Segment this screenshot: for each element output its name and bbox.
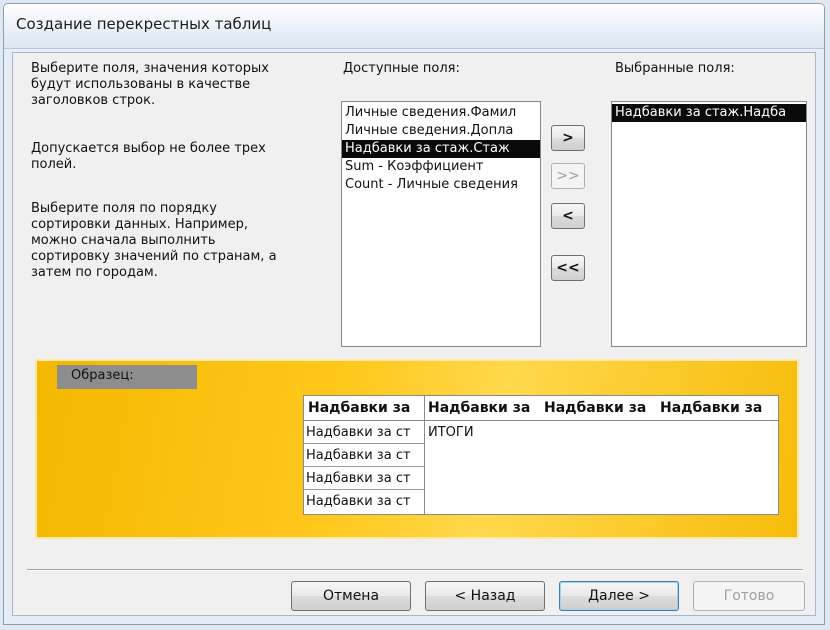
instruction-line: будут использованы в качестве: [31, 77, 251, 92]
title-bar: Создание перекрестных таблиц: [4, 4, 824, 49]
sample-crosstab-grid: Надбавки за Надбавки за Надбавки за Надб…: [303, 395, 779, 515]
selected-fields-label: Выбранные поля:: [615, 61, 735, 76]
row-label-cell: Надбавки за ст: [304, 421, 424, 444]
column-header-cell: Надбавки за: [428, 400, 531, 416]
available-field-item[interactable]: Личные сведения.Допла: [342, 122, 540, 140]
instruction-line: полей.: [31, 157, 77, 172]
row-label-cell: Надбавки за ст: [304, 444, 424, 467]
available-field-item[interactable]: Count - Личные сведения: [342, 176, 540, 194]
instruction-line: Выберите поля, значения которых: [31, 61, 269, 76]
selected-field-item[interactable]: Надбавки за стаж.Надба: [612, 104, 806, 122]
remove-field-button[interactable]: <: [551, 203, 585, 229]
instruction-paragraph-2: Допускается выбор не более трех полей.: [31, 141, 266, 173]
instruction-line: Допускается выбор не более трех: [31, 141, 266, 156]
add-all-fields-button[interactable]: >>: [551, 163, 585, 189]
totals-cell: ИТОГИ: [428, 425, 474, 440]
available-fields-list[interactable]: Личные сведения.Фамил Личные сведения.До…: [341, 101, 541, 347]
finish-button[interactable]: Готово: [693, 581, 805, 611]
row-label-cell: Надбавки за ст: [306, 494, 411, 509]
row-header-cell: Надбавки за: [308, 400, 411, 416]
row-label-cell: Надбавки за ст: [304, 467, 424, 490]
wizard-body: Выберите поля, значения которых будут ис…: [12, 52, 816, 616]
instruction-line: можно сначала выполнить: [31, 233, 216, 248]
instruction-line: затем по городам.: [31, 265, 158, 280]
sample-label: Образец:: [57, 365, 197, 389]
window-title: Создание перекрестных таблиц: [16, 15, 272, 33]
sample-preview-panel: Образец: Надбавки за Надбавки за Надбавк…: [35, 359, 799, 539]
available-field-item-selected[interactable]: Надбавки за стаж.Стаж: [342, 140, 540, 158]
column-divider: [424, 396, 425, 514]
instruction-line: сортировку значений по странам, а: [31, 249, 277, 264]
available-field-item[interactable]: Личные сведения.Фамил: [342, 104, 540, 122]
available-fields-label: Доступные поля:: [343, 61, 460, 76]
instruction-line: заголовков строк.: [31, 93, 156, 108]
instruction-paragraph-3: Выберите поля по порядку сортировки данн…: [31, 201, 277, 281]
remove-all-fields-button[interactable]: <<: [551, 255, 585, 281]
selected-fields-list[interactable]: Надбавки за стаж.Надба: [611, 101, 807, 347]
column-header-cell: Надбавки за: [544, 400, 647, 416]
add-field-button[interactable]: >: [551, 125, 585, 151]
back-button[interactable]: < Назад: [425, 581, 545, 611]
footer-separator: [27, 569, 803, 571]
cancel-button[interactable]: Отмена: [291, 581, 411, 611]
next-button[interactable]: Далее >: [559, 581, 679, 611]
instruction-line: сортировки данных. Например,: [31, 217, 248, 232]
column-header-cell: Надбавки за: [660, 400, 763, 416]
instruction-paragraph-1: Выберите поля, значения которых будут ис…: [31, 61, 269, 109]
available-field-item[interactable]: Sum - Коэффициент: [342, 158, 540, 176]
instruction-line: Выберите поля по порядку: [31, 201, 217, 216]
crosstab-wizard-window: Создание перекрестных таблиц Выберите по…: [3, 3, 825, 625]
